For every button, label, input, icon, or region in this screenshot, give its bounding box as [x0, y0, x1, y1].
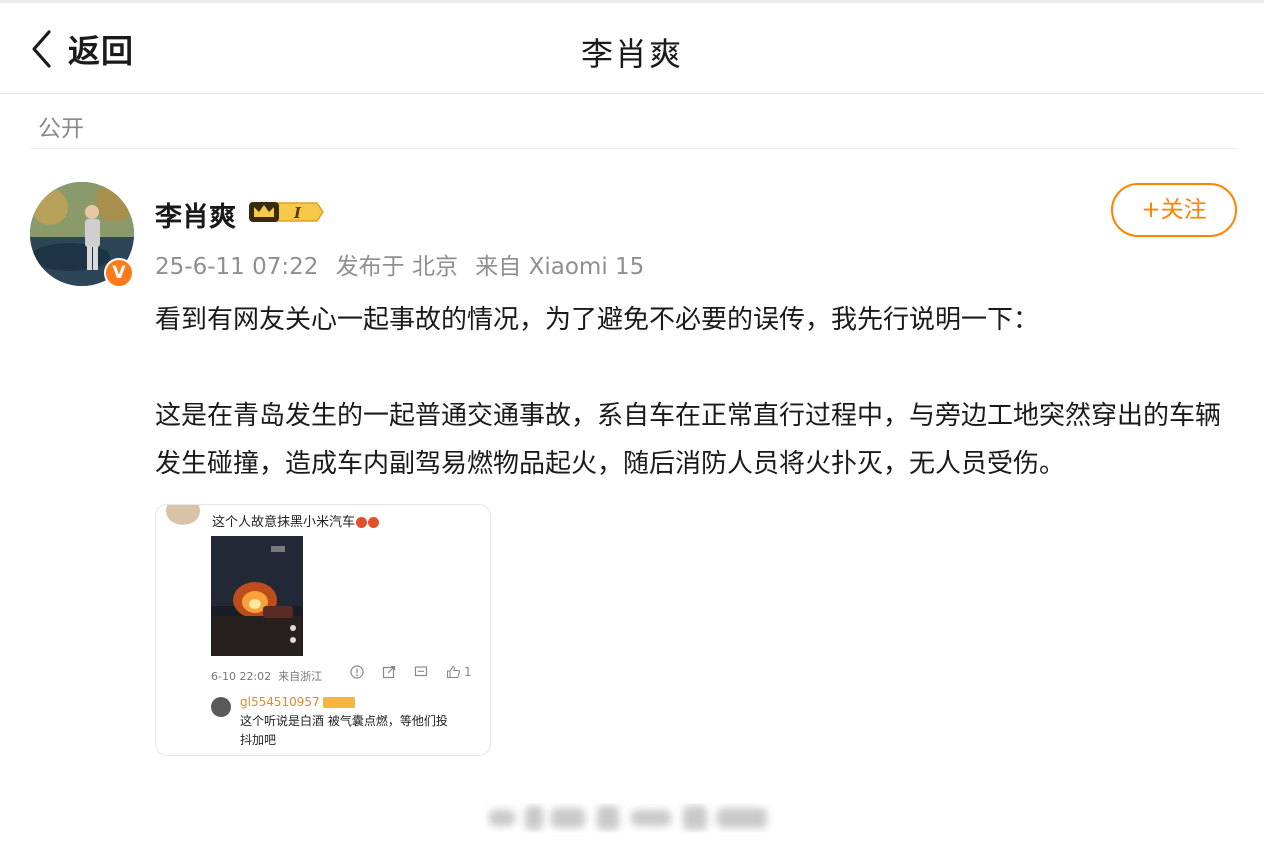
- post-body: 看到有网友关心一起事故的情况，为了避免不必要的误传，我先行说明一下： 这是在青岛…: [155, 296, 1235, 488]
- share-icon: [382, 665, 396, 679]
- attached-comment-text: 这个人故意抹黑小米汽车: [212, 511, 380, 530]
- level-text: I: [293, 204, 302, 222]
- visibility-row: 公开: [30, 94, 1238, 149]
- author-name[interactable]: 李肖爽: [155, 195, 236, 234]
- member-badge-icon: [322, 697, 355, 708]
- post-timestamp: 25-6-11 07:22: [155, 254, 319, 280]
- report-icon: [350, 665, 364, 679]
- post-paragraph-1: 看到有网友关心一起事故的情况，为了避免不必要的误传，我先行说明一下：: [155, 305, 1040, 335]
- comment-icon: [414, 665, 428, 679]
- verified-icon: V: [104, 258, 134, 288]
- crown-badge-icon[interactable]: I: [247, 198, 325, 230]
- attached-actions: 1: [350, 665, 472, 679]
- reply-avatar: [211, 697, 231, 717]
- like-count: 1: [464, 665, 472, 679]
- emoji-icon: [356, 517, 368, 528]
- page-title: 李肖爽: [580, 35, 683, 73]
- follow-button[interactable]: +关注: [1111, 183, 1237, 237]
- attached-time: 6-10 22:02 来自浙江: [211, 670, 323, 683]
- watermark-blur: [485, 800, 775, 836]
- post-source: 来自 Xiaomi 15: [475, 254, 645, 280]
- post-meta: 25-6-11 07:22 发布于 北京 来自 Xiaomi 15: [155, 247, 654, 281]
- reply-username: gl554510957: [240, 695, 355, 709]
- nav-bar: 返回 李肖爽: [0, 3, 1264, 94]
- post-paragraph-2: 这是在青岛发生的一起普通交通事故，系自车在正常直行过程中，与旁边工地突然穿出的车…: [155, 401, 1222, 479]
- commenter-avatar: [166, 505, 200, 525]
- post-location: 发布于 北京: [335, 254, 458, 280]
- fire-video-thumbnail[interactable]: [211, 536, 303, 656]
- visibility-label: 公开: [38, 116, 84, 142]
- like-icon: 1: [446, 665, 472, 679]
- attached-screenshot[interactable]: 这个人故意抹黑小米汽车 6-10 22:02 来自浙江 1 gl55451095…: [155, 504, 491, 756]
- emoji-icon: [368, 517, 380, 528]
- reply-text: 这个听说是白酒 被气囊点燃，等他们投抖加吧: [240, 714, 448, 747]
